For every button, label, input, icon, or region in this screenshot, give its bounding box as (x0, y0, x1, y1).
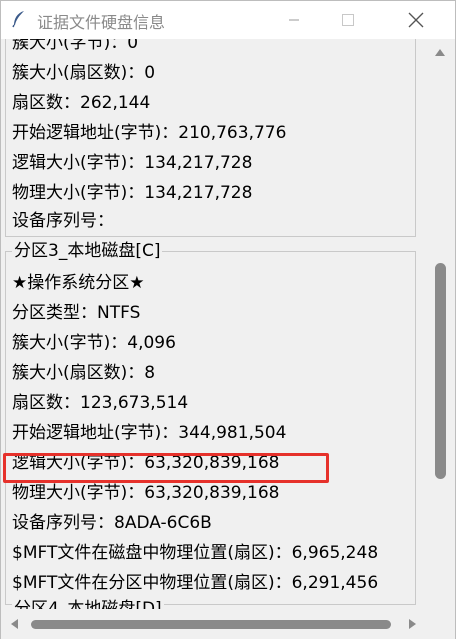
maximize-button[interactable] (325, 1, 371, 39)
info-line: 开始逻辑地址(字节)：210,763,776 (12, 123, 287, 143)
minimize-icon (289, 19, 299, 21)
scrollbar-corner (426, 611, 455, 639)
scroll-left-icon[interactable] (11, 619, 18, 629)
info-line: 扇区数：262,144 (12, 93, 151, 113)
info-line: 簇大小(字节)：4,096 (12, 333, 176, 353)
feather-icon (12, 11, 24, 28)
info-line: $MFT文件在分区中物理位置(扇区)：6,291,456 (12, 573, 379, 593)
info-line: 扇区数：123,673,514 (12, 393, 189, 413)
info-line: 簇大小(扇区数)：0 (12, 63, 156, 83)
info-line: 物理大小(字节)：63,320,839,168 (12, 483, 280, 503)
info-scroll-area[interactable]: 簇大小(字节)：0 簇大小(扇区数)：0 扇区数：262,144 开始逻辑地址(… (1, 39, 426, 609)
info-line: 设备序列号： (12, 211, 114, 231)
scroll-right-icon[interactable] (409, 619, 416, 629)
close-icon (408, 12, 424, 28)
info-line: 簇大小(字节)：0 (12, 39, 139, 53)
start-logical-address-line: 开始逻辑地址(字节)：344,981,504 (12, 423, 287, 443)
maximize-icon (342, 14, 354, 26)
highlight-box (3, 453, 329, 483)
horizontal-scroll-thumb[interactable] (31, 620, 391, 629)
info-line: ★操作系统分区★ (12, 273, 145, 293)
partition3-group: 分区3_本地磁盘[C] ★操作系统分区★ 分区类型：NTFS 簇大小(字节)：4… (5, 241, 416, 605)
info-line: 逻辑大小(字节)：134,217,728 (12, 153, 253, 173)
info-line: 簇大小(扇区数)：8 (12, 363, 156, 383)
partition4-title: 分区4_本地磁盘[D] (12, 599, 164, 609)
evidence-disk-info-window: 证据文件硬盘信息 簇大小(字节)：0 簇大小(扇区数)：0 扇区数：262,14… (0, 0, 456, 639)
partition-prev-group: 簇大小(字节)：0 簇大小(扇区数)：0 扇区数：262,144 开始逻辑地址(… (5, 39, 416, 237)
title-bar[interactable]: 证据文件硬盘信息 (1, 1, 455, 39)
vertical-scroll-thumb[interactable] (435, 263, 446, 479)
close-button[interactable] (393, 1, 439, 39)
scroll-up-icon[interactable] (435, 49, 445, 56)
info-line: 设备序列号：8ADA-6C6B (12, 513, 212, 533)
window-title: 证据文件硬盘信息 (37, 13, 166, 32)
info-line: 物理大小(字节)：134,217,728 (12, 183, 253, 203)
minimize-button[interactable] (271, 1, 317, 39)
partition3-title: 分区3_本地磁盘[C] (12, 241, 163, 261)
info-line: 分区类型：NTFS (12, 303, 141, 323)
info-line: $MFT文件在磁盘中物理位置(扇区)：6,965,248 (12, 543, 379, 563)
